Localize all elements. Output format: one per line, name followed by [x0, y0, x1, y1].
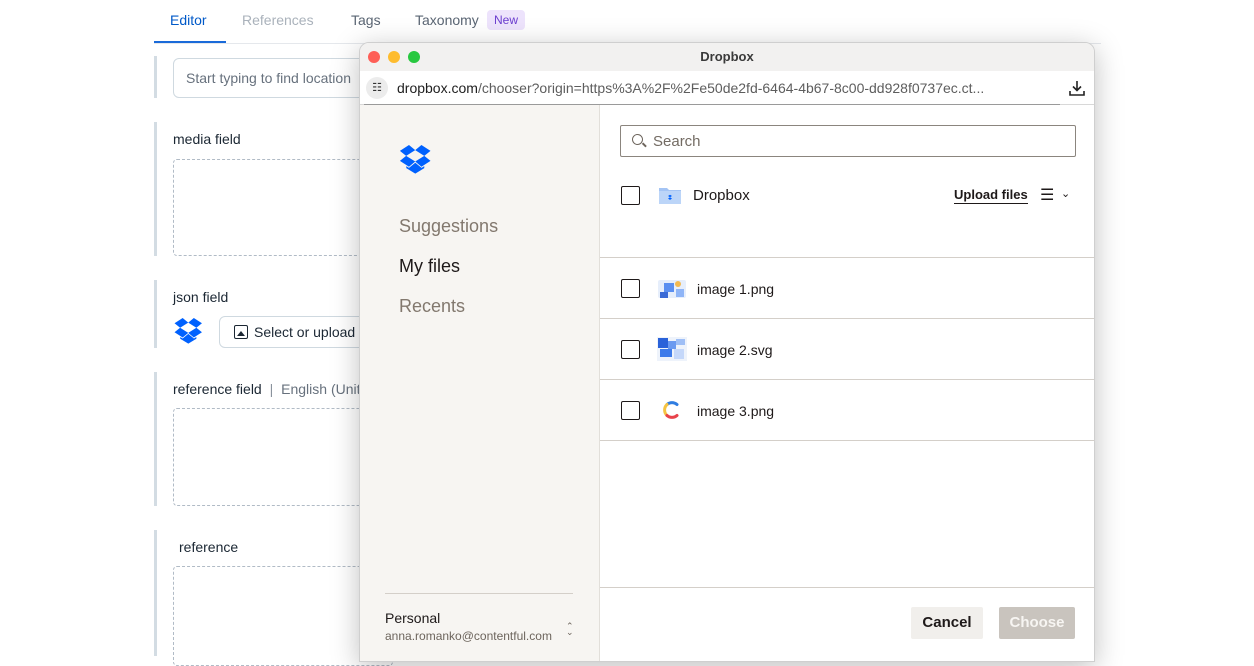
sidebar-divider	[385, 593, 573, 594]
account-name[interactable]: Personal	[385, 610, 440, 626]
folder-icon	[659, 188, 681, 204]
editor-tabs: Editor References Tags Taxonomy New	[154, 0, 1101, 44]
cancel-button[interactable]: Cancel	[911, 607, 983, 639]
dropbox-logo-icon	[174, 318, 202, 344]
tab-taxonomy[interactable]: Taxonomy	[415, 12, 479, 28]
file-name: image 3.png	[697, 403, 775, 419]
upload-files-button[interactable]: Upload files	[954, 187, 1028, 204]
file-checkbox[interactable]	[621, 279, 640, 298]
current-folder-name: Dropbox	[693, 187, 750, 204]
url-text[interactable]: dropbox.com/chooser?origin=https%3A%2F%2…	[397, 80, 1047, 96]
file-name: image 1.png	[697, 281, 775, 297]
file-name: image 2.svg	[697, 342, 773, 358]
account-switcher-icon[interactable]: ⌃ ⌄	[566, 622, 574, 637]
nav-suggestions[interactable]: Suggestions	[399, 216, 498, 237]
file-checkbox[interactable]	[621, 340, 640, 359]
nav-my-files[interactable]: My files	[399, 256, 460, 277]
file-checkbox[interactable]	[621, 401, 640, 420]
footer-divider	[600, 587, 1094, 588]
chooser-sidebar: Suggestions My files Recents Personal an…	[360, 105, 600, 661]
json-field-label: json field	[173, 289, 229, 305]
tab-tags[interactable]: Tags	[351, 12, 381, 28]
row-divider	[600, 379, 1094, 380]
list-view-icon[interactable]: ☰	[1040, 185, 1054, 205]
contentful-logo-icon	[663, 401, 679, 419]
select-all-checkbox[interactable]	[621, 186, 640, 205]
window-title: Dropbox	[700, 49, 754, 64]
account-email[interactable]: anna.romanko@contentful.com	[385, 629, 552, 643]
tab-references[interactable]: References	[242, 12, 314, 28]
choose-button[interactable]: Choose	[999, 607, 1075, 639]
reference-field-2: reference	[154, 530, 393, 666]
site-settings-icon[interactable]: ☷	[366, 77, 388, 99]
image-thumbnail-icon	[658, 280, 686, 298]
tab-editor[interactable]: Editor	[170, 12, 207, 28]
search-input[interactable]: Search	[620, 125, 1076, 157]
nav-recents[interactable]: Recents	[399, 296, 465, 317]
search-placeholder: Search	[653, 133, 701, 150]
reference-field: reference field | English (United States…	[154, 372, 424, 506]
select-upload-label: Select or upload	[254, 324, 356, 340]
row-divider	[600, 318, 1094, 319]
row-divider	[600, 440, 1094, 441]
select-upload-button[interactable]: Select or upload	[219, 316, 379, 348]
reference-label: reference	[179, 539, 239, 555]
new-badge: New	[487, 10, 526, 30]
chooser-main: Search Dropbox Upload files ☰ ⌄ image 1.…	[600, 105, 1094, 661]
window-titlebar: Dropbox	[360, 43, 1094, 71]
image-icon	[234, 325, 248, 339]
search-icon	[632, 134, 643, 145]
image-thumbnail-icon	[657, 337, 687, 361]
row-divider	[600, 257, 1094, 258]
media-field: media field	[154, 122, 393, 256]
active-tab-indicator	[154, 41, 226, 43]
media-field-label: media field	[173, 131, 241, 147]
chevron-down-icon[interactable]: ⌄	[1061, 187, 1070, 200]
download-icon[interactable]	[1068, 79, 1086, 97]
url-bar: ☷ dropbox.com/chooser?origin=https%3A%2F…	[360, 71, 1094, 105]
dropbox-chooser-window: Dropbox ☷ dropbox.com/chooser?origin=htt…	[359, 42, 1095, 662]
dropbox-logo-icon	[399, 145, 431, 174]
